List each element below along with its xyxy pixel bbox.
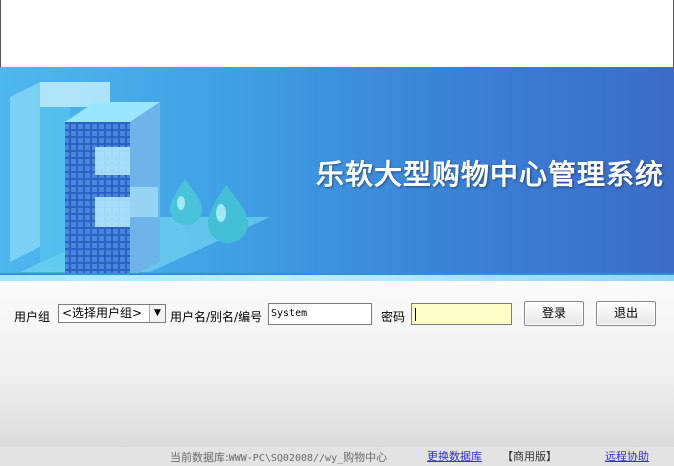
current-db-label: 当前数据库: xyxy=(170,451,229,464)
login-button[interactable]: 登录 xyxy=(524,301,584,326)
change-database-link[interactable]: 更换数据库 xyxy=(427,448,482,464)
chevron-down-icon[interactable]: ▼ xyxy=(149,305,165,322)
current-db-value: WWW-PC\SQ02008//wy_ xyxy=(229,453,343,464)
logo-graphic xyxy=(0,67,300,281)
text-caret xyxy=(415,308,416,321)
password-input[interactable] xyxy=(411,303,512,325)
remote-help-link[interactable]: 远程协助 xyxy=(605,448,649,464)
banner: 乐软大型购物中心管理系统 xyxy=(0,67,674,281)
edition-label: 【商用版】 xyxy=(502,448,557,464)
current-database: 当前数据库:WWW-PC\SQ02008//wy_购物中心 xyxy=(170,449,387,465)
status-bar: 当前数据库:WWW-PC\SQ02008//wy_购物中心 更换数据库 【商用版… xyxy=(0,447,674,466)
user-group-label: 用户组 xyxy=(14,308,50,325)
exit-button[interactable]: 退出 xyxy=(596,301,656,326)
user-group-value: <选择用户组> xyxy=(62,306,142,320)
user-group-select[interactable]: <选择用户组> ▼ xyxy=(58,304,166,323)
current-db-name: 购物中心 xyxy=(343,451,387,464)
window-top-area xyxy=(0,0,674,67)
app-title: 乐软大型购物中心管理系统 xyxy=(316,153,664,193)
username-label: 用户名/别名/编号 xyxy=(170,308,262,325)
username-input[interactable]: System xyxy=(268,303,372,325)
password-label: 密码 xyxy=(381,308,405,325)
login-form: 用户组 <选择用户组> ▼ 用户名/别名/编号 System 密码 登录 退出 xyxy=(0,281,674,447)
